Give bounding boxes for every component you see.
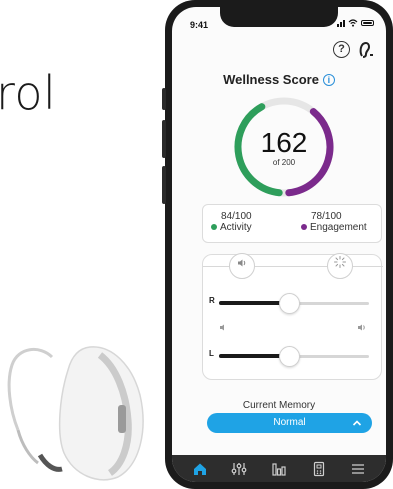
memory-select[interactable]: Normal: [207, 413, 372, 433]
right-slider-label: R: [209, 296, 215, 305]
volume-up-side-button: [162, 88, 166, 110]
help-icon[interactable]: ?: [333, 41, 350, 58]
left-volume-thumb[interactable]: [279, 346, 300, 367]
activity-value: 84/100: [221, 211, 252, 222]
wellness-score-value: 162: [260, 127, 308, 158]
signal-icon: [337, 19, 345, 27]
bottom-tab-bar: [172, 455, 386, 482]
divider: [203, 266, 229, 267]
memory-selected-value: Normal: [273, 417, 306, 428]
wellness-score-title: Wellness Score i: [172, 72, 386, 87]
engagement-metric: 78/100 Engagement: [301, 211, 367, 233]
phone-frame: 9:41 ? Wellness Score i 162 of 200 84/10…: [162, 0, 393, 489]
engagement-label: Engagement: [310, 222, 367, 233]
sparkle-mode-button[interactable]: [327, 253, 353, 279]
equalizer-icon: [231, 462, 247, 475]
left-slider-label: L: [209, 349, 214, 358]
battery-icon: [361, 20, 374, 26]
top-actions: ?: [333, 41, 374, 58]
status-icons: [337, 19, 374, 27]
volume-down-side-button: [162, 120, 166, 158]
hearing-aid-image: [7, 346, 144, 481]
metrics-card[interactable]: 84/100 Activity 78/100 Engagement: [202, 204, 382, 243]
tab-home[interactable]: [188, 460, 212, 478]
tab-stats[interactable]: [267, 460, 291, 478]
phone-notch: [220, 7, 338, 27]
wellness-score-title-text: Wellness Score: [223, 72, 319, 87]
volume-high-icon: [357, 323, 368, 334]
hearing-aid-status-icon[interactable]: [357, 41, 374, 58]
speaker-mode-button[interactable]: [229, 253, 255, 279]
divider: [255, 266, 327, 267]
tab-adjust[interactable]: [227, 460, 251, 478]
sparkle-icon: [334, 256, 346, 268]
chevron-up-icon: [352, 413, 362, 441]
tab-menu[interactable]: [346, 460, 370, 478]
tab-remote[interactable]: [307, 460, 331, 478]
silent-side-button: [162, 166, 166, 204]
status-time: 9:41: [190, 20, 209, 30]
engagement-dot-icon: [301, 224, 307, 230]
info-icon[interactable]: i: [322, 74, 335, 86]
engagement-value: 78/100: [311, 211, 342, 222]
wifi-icon: [348, 19, 358, 27]
remote-icon: [313, 461, 324, 476]
activity-metric: 84/100 Activity: [211, 211, 252, 233]
current-memory-label: Current Memory: [242, 400, 316, 411]
stats-icon: [272, 462, 286, 476]
activity-dot-icon: [211, 224, 217, 230]
wellness-score-max: of 200: [272, 158, 296, 167]
background-word: rol: [0, 66, 57, 120]
speaker-icon: [238, 259, 246, 267]
home-icon: [193, 463, 206, 475]
activity-label: Activity: [220, 222, 252, 233]
volume-card: R L: [202, 253, 383, 380]
app-screen: 9:41 ? Wellness Score i 162 of 200 84/10…: [172, 7, 386, 482]
menu-icon: [352, 463, 365, 474]
right-volume-thumb[interactable]: [279, 293, 300, 314]
volume-low-icon: [219, 323, 228, 334]
divider: [353, 266, 383, 267]
